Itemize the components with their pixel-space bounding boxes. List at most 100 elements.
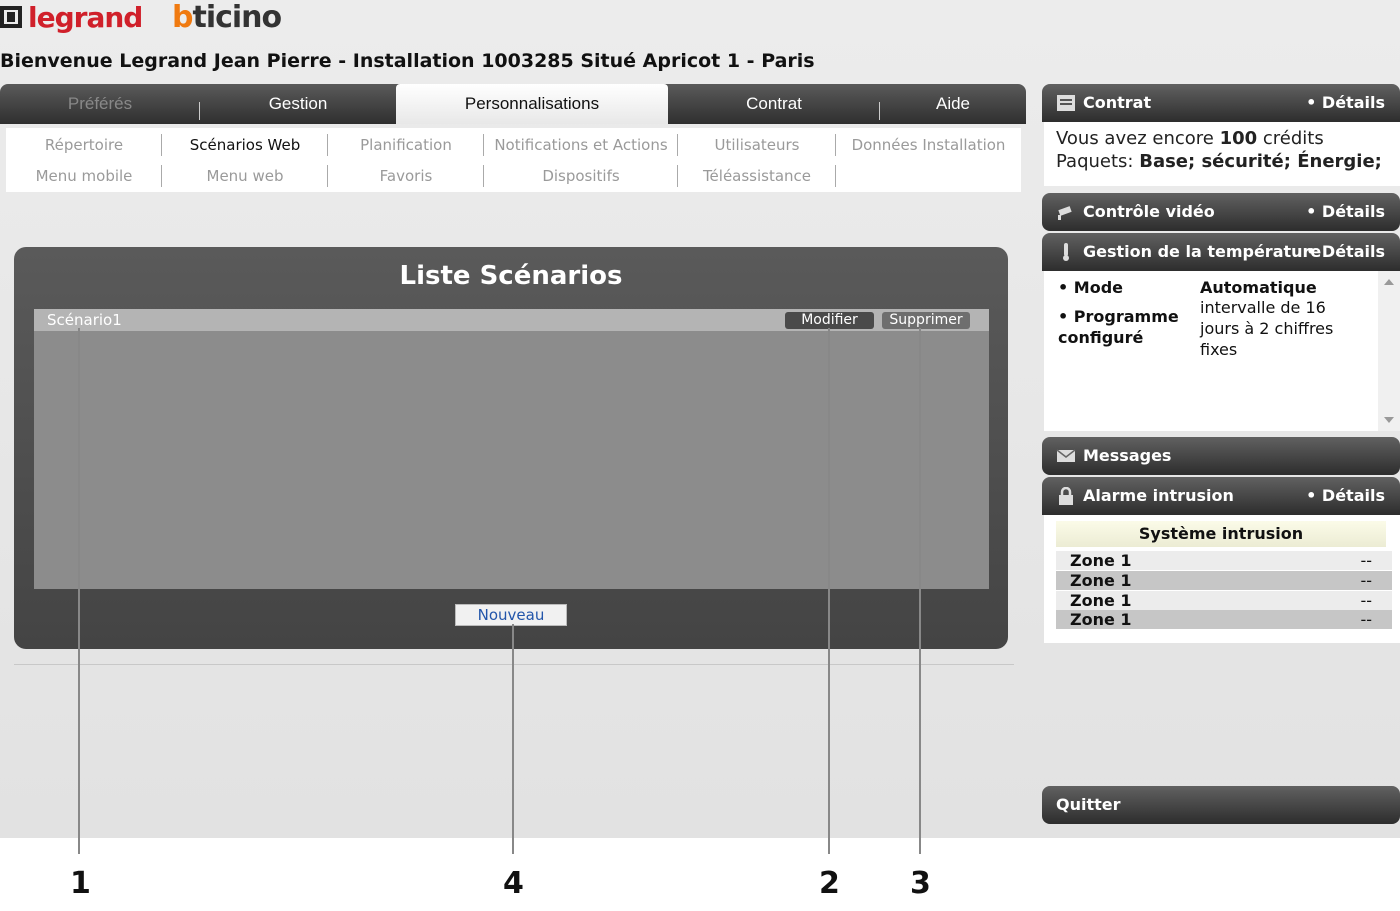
tab-gestion[interactable]: Gestion <box>200 84 396 124</box>
tab-label: Aide <box>935 94 971 113</box>
scroll-down-icon[interactable] <box>1384 417 1394 423</box>
alarm-title: Alarme intrusion <box>1083 486 1234 505</box>
video-header[interactable]: Contrôle vidéo • Détails <box>1042 193 1400 231</box>
temperature-scrollbar[interactable] <box>1378 271 1400 431</box>
temperature-header: Gestion de la température • Détails <box>1042 233 1400 271</box>
panel-title: Liste Scénarios <box>399 261 623 291</box>
callout-number-1: 1 <box>70 866 91 901</box>
tab-label: Gestion <box>268 94 328 113</box>
intrusion-system-title: Système intrusion <box>1056 521 1386 547</box>
modifier-button[interactable]: Modifier <box>785 312 874 329</box>
subnav-repertoire[interactable]: Répertoire <box>6 131 162 159</box>
program-value-3: fixes <box>1200 340 1238 359</box>
program-value-2: jours à 2 chiffres <box>1200 319 1334 338</box>
camera-icon <box>1058 206 1072 220</box>
alarm-body: Système intrusion Zone 1 -- Zone 1 -- Zo… <box>1044 515 1400 643</box>
table-row: Zone 1 -- <box>1056 571 1392 590</box>
zone-name: Zone 1 <box>1070 591 1132 610</box>
packages-value: Base; sécurité; Énergie; <box>1139 151 1382 172</box>
main-tabs: Préférés Gestion Personnalisations Contr… <box>0 84 1026 124</box>
table-row: Zone 1 -- <box>1056 551 1392 570</box>
bticino-wordmark: bticino <box>172 0 282 35</box>
welcome-text: Bienvenue Legrand Jean Pierre - Installa… <box>0 50 815 72</box>
messages-title: Messages <box>1083 446 1172 465</box>
sub-navigation: Répertoire Scénarios Web Planification N… <box>6 128 1021 192</box>
subnav-menu-web[interactable]: Menu web <box>162 162 328 190</box>
subnav-teleassistance[interactable]: Téléassistance <box>678 162 836 190</box>
table-row: Zone 1 -- <box>1056 610 1392 629</box>
credits-count: 100 <box>1219 128 1258 149</box>
quit-label: Quitter <box>1056 795 1121 814</box>
document-icon <box>1057 95 1075 111</box>
subnav-notifications[interactable]: Notifications et Actions <box>484 131 678 159</box>
zone-name: Zone 1 <box>1070 551 1132 570</box>
zone-status: -- <box>1360 551 1372 570</box>
tab-label: Préférés <box>67 94 133 113</box>
credits-text: Vous avez encore 100 crédits <box>1056 128 1324 149</box>
scenario-list: Scénario1 Modifier Supprimer <box>34 309 989 589</box>
packages-text: Paquets: Base; sécurité; Énergie; <box>1056 151 1382 172</box>
subnav-scenarios-web[interactable]: Scénarios Web <box>162 131 328 159</box>
contrat-header: Contrat • Détails <box>1042 84 1400 122</box>
scroll-up-icon[interactable] <box>1384 279 1394 285</box>
lock-icon <box>1059 487 1073 505</box>
quit-button[interactable]: Quitter <box>1042 786 1400 824</box>
nouveau-button[interactable]: Nouveau <box>455 604 567 626</box>
zone-status: -- <box>1360 610 1372 629</box>
zone-status: -- <box>1360 591 1372 610</box>
app-window: legrand bticino Bienvenue Legrand Jean P… <box>0 0 1400 838</box>
subnav-utilisateurs[interactable]: Utilisateurs <box>678 131 836 159</box>
tab-preferes[interactable]: Préférés <box>0 84 200 124</box>
legrand-logo: legrand <box>0 0 143 34</box>
scenario-name: Scénario1 <box>47 311 122 329</box>
legrand-mark-icon <box>0 6 22 28</box>
contrat-title: Contrat <box>1083 93 1152 112</box>
temperature-details-link[interactable]: • Détails <box>1306 242 1385 261</box>
temperature-title: Gestion de la température <box>1083 242 1322 261</box>
temperature-body: • Mode Automatique • Programme configuré… <box>1044 271 1400 431</box>
bticino-rest-letters: ticino <box>192 0 282 35</box>
video-title: Contrôle vidéo <box>1083 202 1215 221</box>
callout-number-3: 3 <box>910 866 931 901</box>
zone-name: Zone 1 <box>1070 610 1132 629</box>
zone-status: -- <box>1360 571 1372 590</box>
list-item[interactable]: Scénario1 Modifier Supprimer <box>34 309 989 331</box>
bticino-b-letter: b <box>172 0 194 35</box>
subnav-donnees-installation[interactable]: Données Installation <box>836 131 1021 159</box>
legrand-wordmark: legrand <box>28 0 143 34</box>
messages-header[interactable]: Messages <box>1042 437 1400 475</box>
zone-name: Zone 1 <box>1070 571 1132 590</box>
subnav-menu-mobile[interactable]: Menu mobile <box>6 162 162 190</box>
scenario-list-panel: Liste Scénarios Scénario1 Modifier Suppr… <box>14 247 1008 649</box>
callout-number-2: 2 <box>819 866 840 901</box>
subnav-dispositifs[interactable]: Dispositifs <box>484 162 678 190</box>
envelope-icon <box>1056 449 1076 462</box>
tab-personnalisations[interactable]: Personnalisations <box>396 84 668 124</box>
subnav-favoris[interactable]: Favoris <box>328 162 484 190</box>
callout-line-2 <box>828 328 830 854</box>
thermometer-icon <box>1063 243 1069 261</box>
tab-contrat[interactable]: Contrat <box>668 84 880 124</box>
callout-line-4 <box>512 624 514 854</box>
divider <box>14 664 1014 665</box>
contrat-details-link[interactable]: • Détails <box>1306 93 1385 112</box>
callout-line-3 <box>919 328 921 854</box>
program-label: • Programme <box>1058 307 1179 326</box>
callout-number-4: 4 <box>503 866 524 901</box>
bticino-logo: bticino <box>172 0 282 35</box>
subnav-planification[interactable]: Planification <box>328 131 484 159</box>
contrat-body: Vous avez encore 100 crédits Paquets: Ba… <box>1044 122 1400 186</box>
table-row: Zone 1 -- <box>1056 591 1392 610</box>
tab-aide[interactable]: Aide <box>880 84 1026 124</box>
mode-label: • Mode <box>1058 278 1124 297</box>
callout-line-1 <box>78 328 80 854</box>
program-value: intervalle de 16 <box>1200 298 1326 317</box>
tab-label: Personnalisations <box>464 94 600 113</box>
supprimer-button[interactable]: Supprimer <box>882 312 970 329</box>
alarm-header: Alarme intrusion • Détails <box>1042 477 1400 515</box>
video-details-link[interactable]: • Détails <box>1306 202 1385 221</box>
mode-value: Automatique <box>1200 278 1317 297</box>
program-label-2: configuré <box>1058 328 1144 347</box>
alarm-details-link[interactable]: • Détails <box>1306 486 1385 505</box>
tab-label: Contrat <box>746 94 802 113</box>
